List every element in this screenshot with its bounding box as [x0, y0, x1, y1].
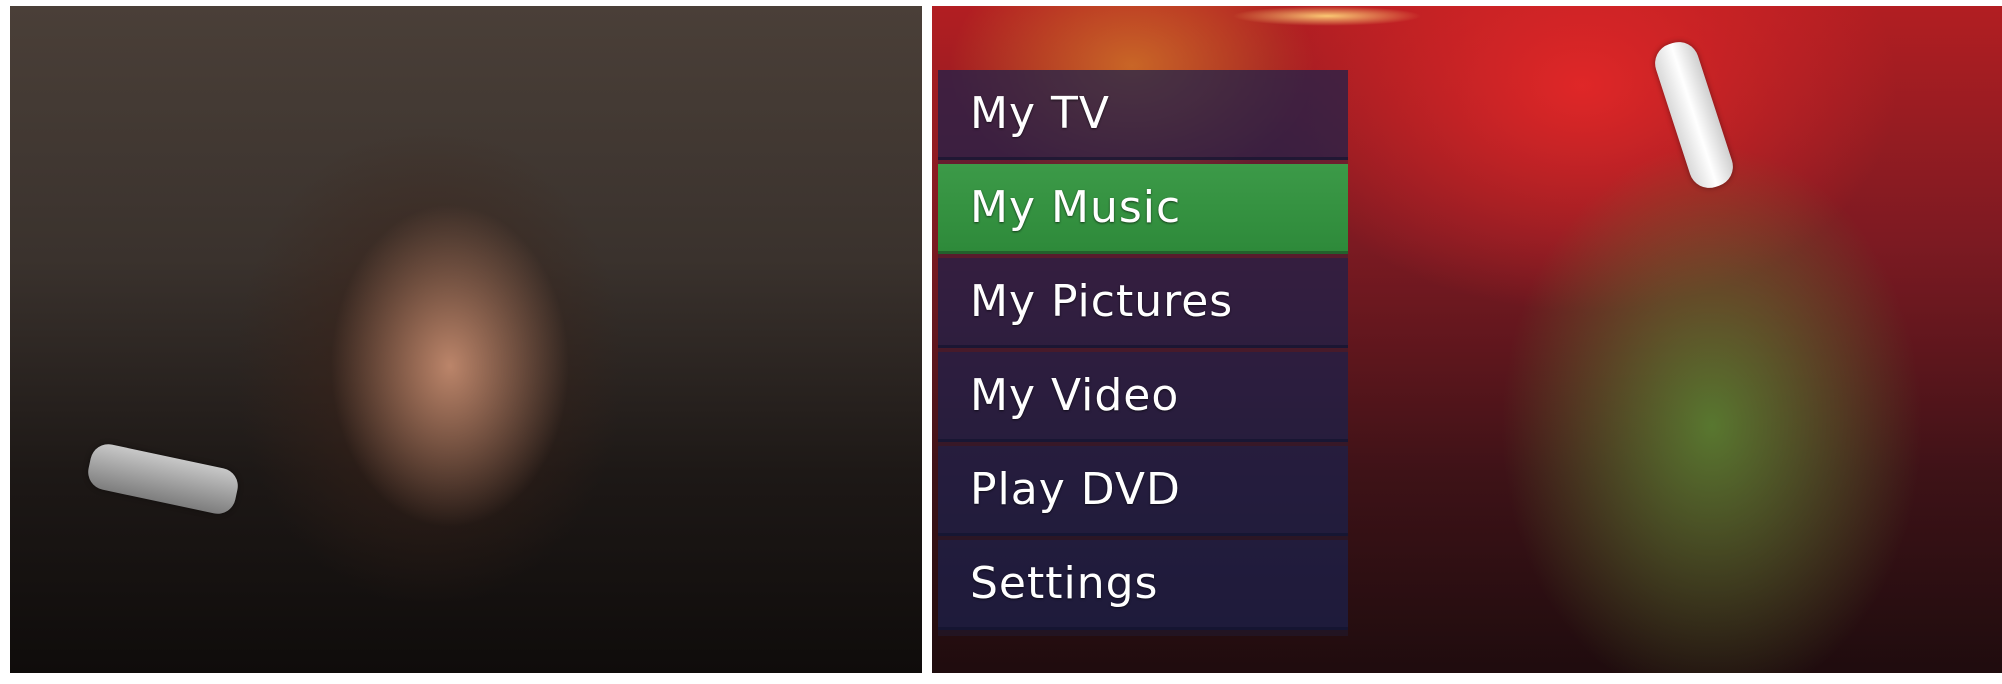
menu-item-label: My Pictures [970, 276, 1234, 327]
menu-item-label: Play DVD [970, 464, 1181, 515]
menu-item-my-tv[interactable]: My TV [938, 70, 1348, 160]
menu-item-settings[interactable]: Settings [938, 540, 1348, 630]
menu-item-my-music[interactable]: My Music [938, 164, 1348, 254]
menu-item-label: Settings [970, 558, 1159, 609]
media-center-menu: My TV My Music My Pictures My Video Play… [938, 70, 1348, 636]
lamp-light [1232, 6, 1422, 26]
menu-item-label: My Music [970, 182, 1182, 233]
menu-item-my-video[interactable]: My Video [938, 352, 1348, 442]
woman-with-remote-photo [10, 6, 922, 673]
menu-item-label: My TV [970, 88, 1110, 139]
menu-item-play-dvd[interactable]: Play DVD [938, 446, 1348, 536]
menu-item-label: My Video [970, 370, 1180, 421]
remote-control-image [84, 440, 242, 518]
menu-item-my-pictures[interactable]: My Pictures [938, 258, 1348, 348]
